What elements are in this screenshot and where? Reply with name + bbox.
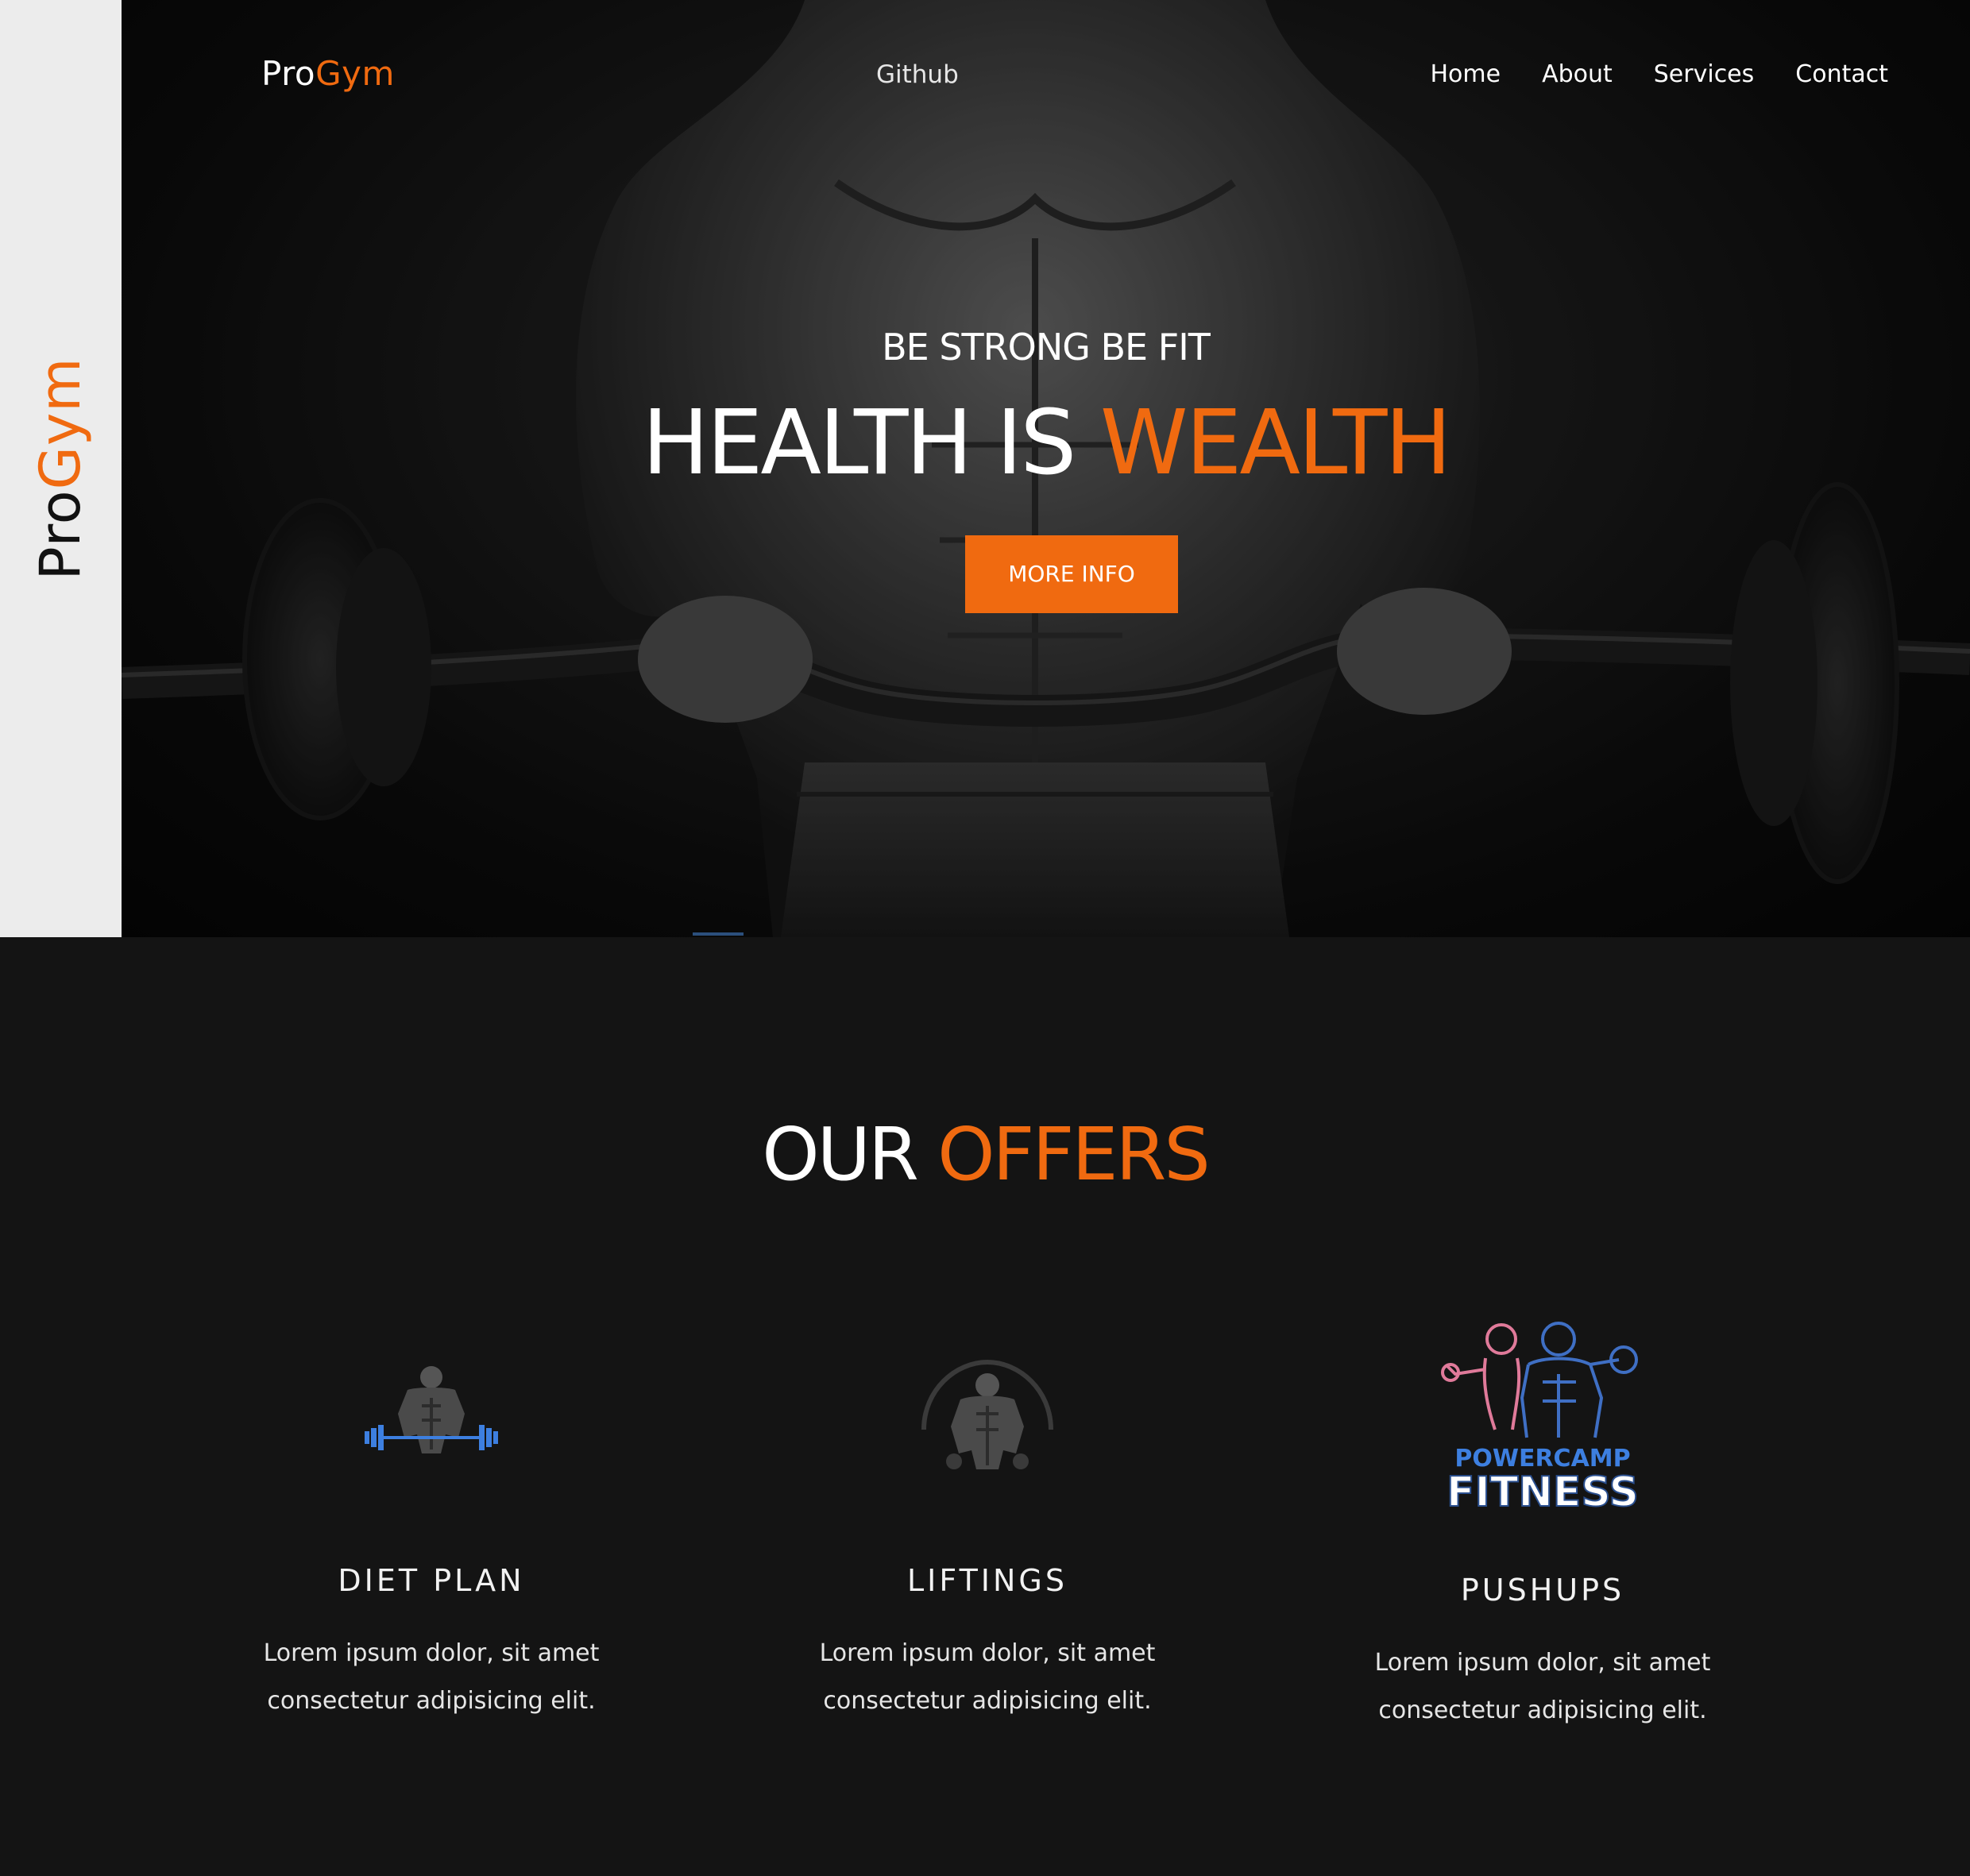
nav-logo-gym: Gym bbox=[315, 54, 395, 93]
hero-title-white: HEALTH IS bbox=[642, 392, 1100, 495]
hero-section: ProGym Github Home About Services Contac… bbox=[122, 0, 1970, 937]
offer-card-text: Lorem ipsum dolor, sit amet consectetur … bbox=[193, 1630, 670, 1725]
offer-card-text-line-1: Lorem ipsum dolor, sit amet bbox=[263, 1639, 600, 1667]
offers-title: OUR OFFERS bbox=[0, 1112, 1970, 1197]
offer-card-text-line-2: consectetur adipisicing elit. bbox=[267, 1687, 596, 1715]
fitness-logo-text: FITNESS bbox=[1447, 1469, 1639, 1516]
offer-card-text-line-1: Lorem ipsum dolor, sit amet bbox=[819, 1639, 1156, 1667]
offer-card-text: Lorem ipsum dolor, sit amet consectetur … bbox=[749, 1630, 1226, 1725]
offers-title-accent: OFFERS bbox=[937, 1112, 1211, 1197]
hero-title-accent: WEALTH bbox=[1099, 392, 1452, 495]
more-info-button[interactable]: MORE INFO bbox=[965, 535, 1178, 613]
offers-section: OUR OFFERS DIET PLAN Lorem ipsum dolor, … bbox=[0, 937, 1970, 1876]
nav-github-link[interactable]: Github bbox=[876, 60, 959, 89]
nav-link-contact[interactable]: Contact bbox=[1795, 60, 1888, 88]
slide-indicator[interactable] bbox=[693, 932, 744, 936]
bodybuilder-icon bbox=[921, 1359, 1053, 1469]
nav-link-about[interactable]: About bbox=[1542, 60, 1613, 88]
offer-card-text-line-1: Lorem ipsum dolor, sit amet bbox=[1374, 1649, 1711, 1677]
nav-link-services[interactable]: Services bbox=[1654, 60, 1755, 88]
side-brand-pro: Pro bbox=[28, 489, 93, 581]
weightlifter-icon bbox=[365, 1366, 498, 1453]
offer-card-title: LIFTINGS bbox=[907, 1563, 1068, 1598]
side-brand-strip: ProGym bbox=[0, 0, 122, 937]
hero-title: HEALTH IS WEALTH bbox=[122, 399, 1970, 488]
offer-card-liftings[interactable]: LIFTINGS Lorem ipsum dolor, sit amet con… bbox=[749, 1350, 1226, 1725]
offer-card-title: DIET PLAN bbox=[338, 1563, 525, 1598]
offer-card-pushups[interactable]: POWERCAMP FITNESS PUSHUPS Lorem ipsum do… bbox=[1304, 1318, 1781, 1735]
offers-title-white: OUR bbox=[762, 1112, 938, 1197]
nav-link-home[interactable]: Home bbox=[1430, 60, 1501, 88]
side-brand-logo: ProGym bbox=[28, 357, 93, 581]
offer-card-text: Lorem ipsum dolor, sit amet consectetur … bbox=[1304, 1639, 1781, 1735]
nav-menu: Home About Services Contact bbox=[1389, 60, 1888, 88]
side-brand-gym: Gym bbox=[28, 357, 93, 490]
offer-card-diet-plan[interactable]: DIET PLAN Lorem ipsum dolor, sit amet co… bbox=[193, 1358, 670, 1725]
nav-logo[interactable]: ProGym bbox=[261, 54, 395, 93]
powercamp-fitness-logo: POWERCAMP FITNESS bbox=[1441, 1322, 1640, 1517]
offer-card-text-line-2: consectetur adipisicing elit. bbox=[823, 1687, 1152, 1715]
offer-card-title: PUSHUPS bbox=[1460, 1573, 1625, 1608]
nav-logo-pro: Pro bbox=[261, 54, 316, 93]
offer-card-text-line-2: consectetur adipisicing elit. bbox=[1378, 1697, 1707, 1724]
hero-subtitle: BE STRONG BE FIT bbox=[882, 326, 1211, 369]
